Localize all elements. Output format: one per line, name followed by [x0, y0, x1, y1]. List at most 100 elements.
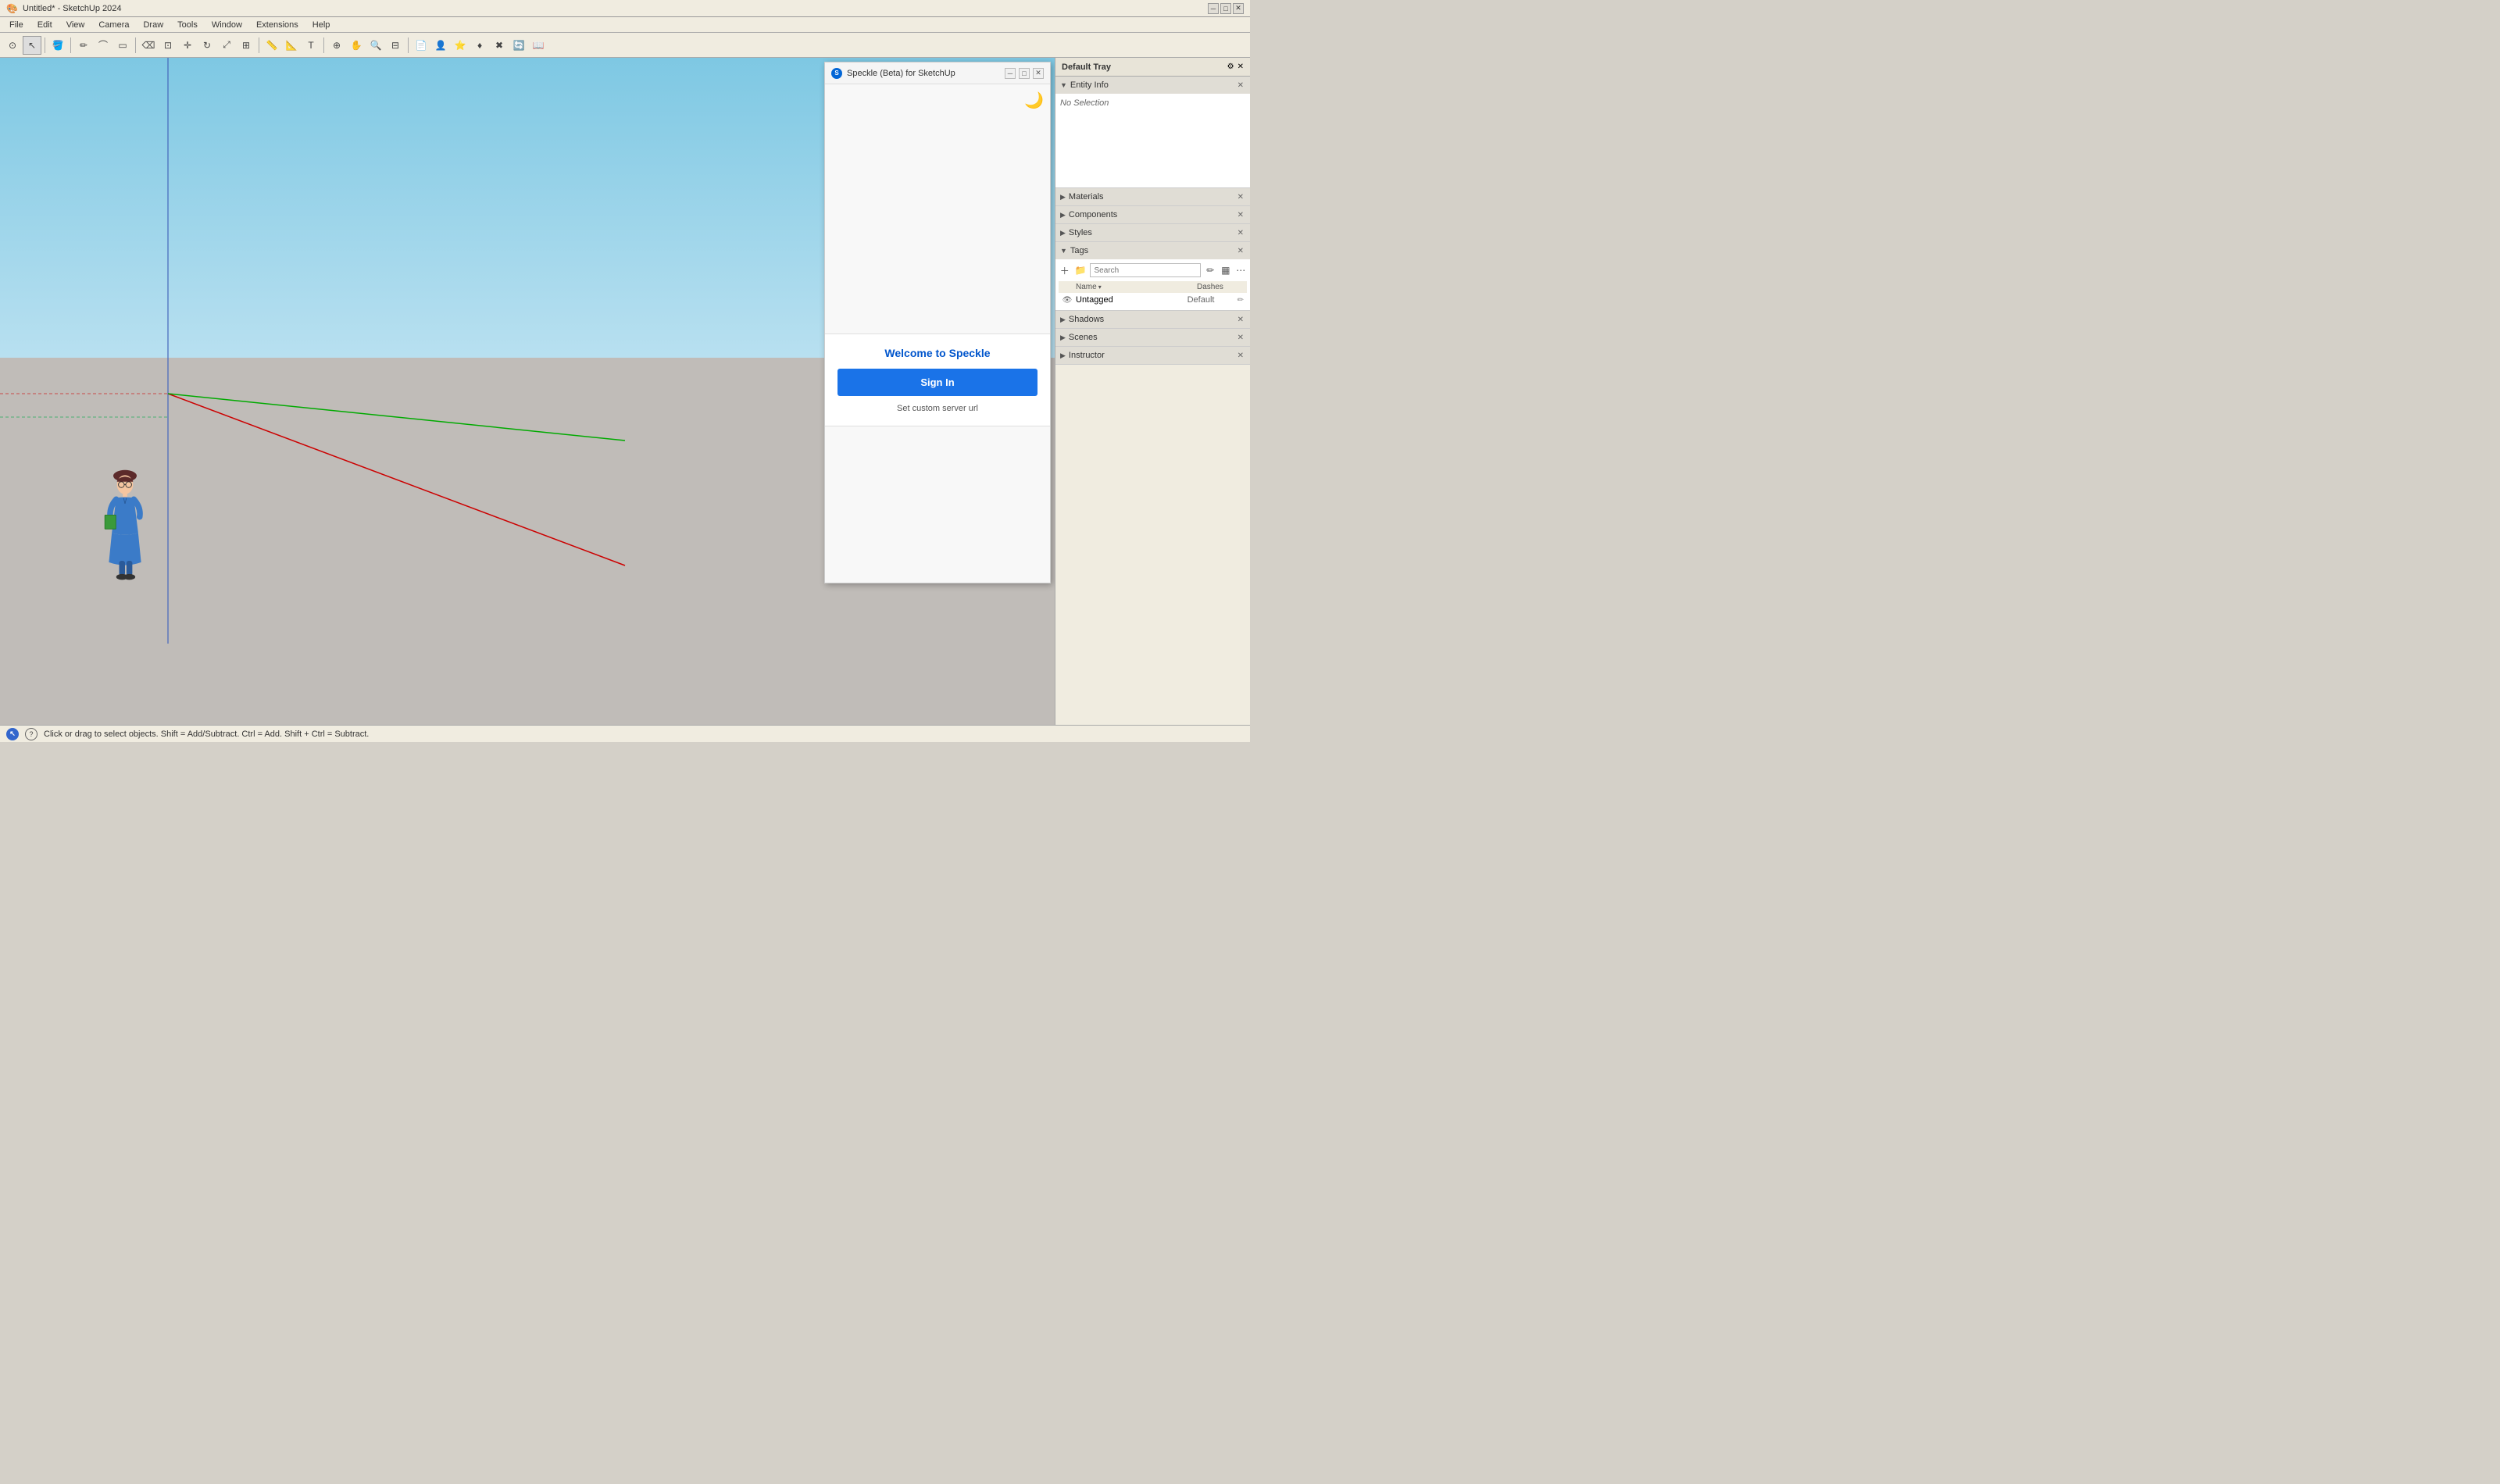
- extension3-button[interactable]: ✖: [490, 36, 509, 55]
- shadows-header[interactable]: ▶ Shadows ✕: [1055, 311, 1250, 328]
- menu-view[interactable]: View: [60, 19, 91, 31]
- status-text: Click or drag to select objects. Shift =…: [44, 730, 369, 739]
- menu-edit[interactable]: Edit: [31, 19, 59, 31]
- user-button[interactable]: 👤: [431, 36, 450, 55]
- search-tool-button[interactable]: ⊙: [3, 36, 22, 55]
- speckle-custom-server-link[interactable]: Set custom server url: [838, 404, 1038, 413]
- instructor-header[interactable]: ▶ Instructor ✕: [1055, 347, 1250, 364]
- scale-button[interactable]: ⤢: [217, 36, 236, 55]
- arc-button[interactable]: ⌒: [94, 36, 112, 55]
- styles-chevron-icon: ▶: [1060, 229, 1066, 237]
- speckle-loading-area: 🌙: [825, 84, 1050, 334]
- extension2-button[interactable]: ♦: [470, 36, 489, 55]
- instructor-close-button[interactable]: ✕: [1236, 350, 1245, 362]
- panel-header: Default Tray ⚙ ✕: [1055, 58, 1250, 77]
- components-header[interactable]: ▶ Components ✕: [1055, 206, 1250, 223]
- tags-header-left: ▼ Tags: [1060, 246, 1088, 255]
- eraser-button[interactable]: ⌫: [139, 36, 158, 55]
- shadows-close-button[interactable]: ✕: [1236, 314, 1245, 326]
- tape-button[interactable]: 📏: [262, 36, 281, 55]
- scenes-header[interactable]: ▶ Scenes ✕: [1055, 329, 1250, 346]
- entity-info-header[interactable]: ▼ Entity Info ✕: [1055, 77, 1250, 94]
- styles-close-button[interactable]: ✕: [1236, 227, 1245, 239]
- extension4-button[interactable]: 🔄: [509, 36, 528, 55]
- speckle-titlebar-left: S Speckle (Beta) for SketchUp: [831, 68, 955, 79]
- scenes-close-button[interactable]: ✕: [1236, 332, 1245, 344]
- tags-content: ＋ 📁 ✏ ▦ ⋯ Name ▾ Dashes 👁: [1055, 259, 1250, 310]
- instructor-header-left: ▶ Instructor: [1060, 351, 1105, 360]
- materials-header[interactable]: ▶ Materials ✕: [1055, 188, 1250, 205]
- speckle-titlebar: S Speckle (Beta) for SketchUp ─ □ ✕: [825, 62, 1050, 84]
- select-tool-button[interactable]: ↖: [23, 36, 41, 55]
- tag-row-untagged: 👁 Untagged Default ✏: [1059, 293, 1247, 307]
- help-button[interactable]: ?: [25, 728, 38, 740]
- title-bar-left: 🎨 Untitled* - SketchUp 2024: [6, 3, 122, 14]
- offset-button[interactable]: ⊞: [237, 36, 255, 55]
- tags-filter-button[interactable]: ▦: [1220, 262, 1232, 278]
- entity-info-title: Entity Info: [1070, 80, 1109, 90]
- paint-bucket-button[interactable]: 🪣: [48, 36, 67, 55]
- materials-chevron-icon: ▶: [1060, 193, 1066, 202]
- speckle-signin-button[interactable]: Sign In: [838, 369, 1038, 396]
- person-figure: [94, 467, 156, 584]
- shadows-chevron-icon: ▶: [1060, 316, 1066, 324]
- toolbar-sep-2: [70, 37, 71, 53]
- panel-close-icon[interactable]: ✕: [1238, 62, 1244, 71]
- speckle-minimize-button[interactable]: ─: [1005, 68, 1016, 79]
- speckle-close-button[interactable]: ✕: [1033, 68, 1044, 79]
- maximize-button[interactable]: □: [1220, 3, 1231, 14]
- menu-window[interactable]: Window: [205, 19, 248, 31]
- shadows-section: ▶ Shadows ✕: [1055, 311, 1250, 329]
- protractor-button[interactable]: 📐: [282, 36, 301, 55]
- pencil-button[interactable]: ✏: [74, 36, 93, 55]
- menu-tools[interactable]: Tools: [171, 19, 204, 31]
- tag-visibility-icon[interactable]: 👁: [1062, 294, 1073, 305]
- instructor-title: Instructor: [1069, 351, 1105, 360]
- orbit-button[interactable]: ⊕: [327, 36, 346, 55]
- menu-help[interactable]: Help: [306, 19, 337, 31]
- entity-info-content: No Selection: [1055, 94, 1250, 187]
- tags-header[interactable]: ▼ Tags ✕: [1055, 242, 1250, 259]
- text-button[interactable]: T: [302, 36, 320, 55]
- menu-draw[interactable]: Draw: [137, 19, 170, 31]
- move-button[interactable]: ✛: [178, 36, 197, 55]
- rotate-button[interactable]: ↻: [198, 36, 216, 55]
- tags-close-button[interactable]: ✕: [1236, 245, 1245, 257]
- menu-extensions[interactable]: Extensions: [250, 19, 305, 31]
- tags-search-input[interactable]: [1090, 263, 1201, 277]
- speckle-maximize-button[interactable]: □: [1019, 68, 1030, 79]
- zoom-extents-button[interactable]: ⊟: [386, 36, 405, 55]
- new-model-button[interactable]: 📄: [412, 36, 430, 55]
- panel-header-icons: ⚙ ✕: [1227, 62, 1244, 71]
- viewport[interactable]: S Speckle (Beta) for SketchUp ─ □ ✕ 🌙: [0, 58, 1055, 725]
- components-close-button[interactable]: ✕: [1236, 209, 1245, 221]
- extension5-button[interactable]: 📖: [529, 36, 548, 55]
- menu-file[interactable]: File: [3, 19, 30, 31]
- styles-header[interactable]: ▶ Styles ✕: [1055, 224, 1250, 241]
- entity-info-close-button[interactable]: ✕: [1236, 80, 1245, 91]
- panel-settings-icon[interactable]: ⚙: [1227, 62, 1234, 71]
- materials-close-button[interactable]: ✕: [1236, 191, 1245, 203]
- speckle-logo-icon: S: [831, 68, 842, 79]
- materials-section: ▶ Materials ✕: [1055, 188, 1250, 206]
- tags-more-button[interactable]: ⋯: [1235, 262, 1248, 278]
- materials-title: Materials: [1069, 192, 1104, 202]
- shape-button[interactable]: ▭: [113, 36, 132, 55]
- speckle-bottom-area: [825, 426, 1050, 583]
- tags-name-col-label: Name: [1076, 283, 1097, 291]
- minimize-button[interactable]: ─: [1208, 3, 1219, 14]
- person-svg: [94, 467, 156, 584]
- speckle-dialog: S Speckle (Beta) for SketchUp ─ □ ✕ 🌙: [824, 62, 1051, 583]
- close-button[interactable]: ✕: [1233, 3, 1244, 14]
- menu-camera[interactable]: Camera: [92, 19, 135, 31]
- tags-add-button[interactable]: ＋: [1059, 262, 1071, 278]
- extension1-button[interactable]: ⭐: [451, 36, 470, 55]
- tag-edit-icon[interactable]: ✏: [1238, 296, 1244, 305]
- zoom-button[interactable]: 🔍: [366, 36, 385, 55]
- pushpull-button[interactable]: ⊡: [159, 36, 177, 55]
- styles-header-left: ▶ Styles: [1060, 228, 1092, 237]
- pan-button[interactable]: ✋: [347, 36, 366, 55]
- tags-folder-button[interactable]: 📁: [1074, 262, 1088, 278]
- tags-name-col-header[interactable]: Name ▾: [1076, 283, 1194, 291]
- tags-edit-button[interactable]: ✏: [1204, 262, 1216, 278]
